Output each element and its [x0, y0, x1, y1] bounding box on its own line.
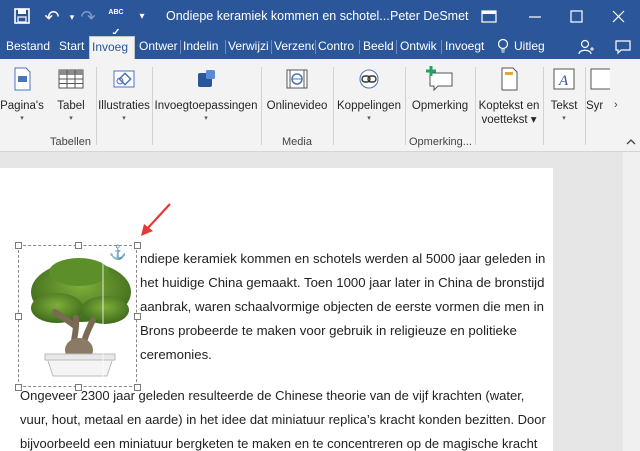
paragraph-line-5: ceremonies. — [140, 347, 212, 362]
header-footer-icon — [496, 66, 522, 92]
ribbon-display-options-icon[interactable] — [466, 0, 512, 34]
tab-home[interactable]: Start — [57, 34, 87, 59]
lightbulb-icon[interactable] — [495, 38, 511, 54]
pages-button[interactable]: Pagina's ▾ — [0, 59, 44, 139]
paragraph-line-3: aanbrak, waren schaalvormige objecten de… — [140, 299, 544, 314]
tab-file[interactable]: Bestand — [4, 34, 50, 59]
illustrations-icon — [111, 66, 137, 92]
links-button[interactable]: Koppelingen ▾ — [334, 59, 404, 139]
resize-handle-left[interactable] — [15, 313, 22, 320]
annotation-arrow — [136, 200, 176, 240]
resize-handle-top-right[interactable] — [134, 242, 141, 249]
table-button[interactable]: Tabel ▾ — [48, 59, 94, 139]
user-name[interactable]: Peter DeSmet — [390, 9, 469, 23]
addins-button[interactable]: Invoegtoepassingen ▾ — [153, 59, 259, 139]
video-icon — [284, 66, 310, 92]
close-button[interactable] — [598, 0, 640, 34]
header-footer-button[interactable]: Koptekst en voettekst ▾ — [477, 59, 541, 139]
paragraph-line-8: bijvoorbeeld een miniatuur bergketen te … — [20, 436, 538, 451]
comments-icon[interactable] — [614, 38, 632, 56]
tab-review[interactable]: Contro — [316, 34, 358, 59]
paragraph-line-7: vuur, hout, metaal en aarde) in het idee… — [20, 412, 546, 427]
resize-handle-top[interactable] — [75, 242, 82, 249]
selected-picture[interactable] — [18, 245, 137, 387]
ribbon-scroll-right-icon[interactable]: › — [614, 99, 624, 119]
customize-qat-icon[interactable]: ▾ — [132, 7, 152, 27]
table-icon — [58, 66, 84, 92]
tab-insert[interactable]: Invoeg — [89, 36, 135, 59]
resize-handle-right[interactable] — [134, 313, 141, 320]
online-video-button[interactable]: Onlinevideo — [263, 59, 331, 139]
comment-icon — [424, 66, 456, 92]
text-button[interactable]: A Tekst ▾ — [544, 59, 584, 139]
comment-button[interactable]: Opmerking — [406, 59, 474, 139]
tab-mailings[interactable]: Verzend — [272, 34, 314, 59]
document-title: Ondiepe keramiek kommen en schotel... — [166, 9, 390, 23]
group-label-comments: Opmerking... — [409, 136, 472, 148]
group-label-media: Media — [282, 136, 312, 148]
ribbon-insert: Pagina's ▾ Tabel ▾ Tabellen Illustraties… — [0, 59, 640, 152]
bonsai-tree-image — [31, 250, 131, 384]
paragraph-line-4: Brons probeerde te maken voor gebruik in… — [140, 323, 517, 338]
tab-design[interactable]: Ontwer — [137, 34, 179, 59]
links-icon — [356, 66, 382, 92]
spelling-check-icon[interactable]: ABC ✓ — [106, 3, 126, 39]
pages-icon — [9, 66, 35, 92]
tell-me-box[interactable]: Uitleg — [512, 34, 552, 59]
illustrations-button[interactable]: Illustraties ▾ — [97, 59, 151, 139]
paragraph-line-1: ndiepe keramiek kommen en schotels werde… — [140, 251, 546, 266]
minimize-button[interactable] — [512, 0, 558, 34]
save-icon[interactable] — [12, 7, 32, 27]
maximize-button[interactable] — [554, 0, 600, 34]
anchor-icon[interactable]: ⚓ — [109, 244, 126, 261]
title-bar: ↶ ▾ ↷ ABC ✓ ▾ Ondiepe keramiek kommen en … — [0, 0, 640, 39]
tab-layout[interactable]: Indelin — [181, 34, 224, 59]
tab-addins[interactable]: Invoegt — [443, 34, 488, 59]
undo-icon[interactable]: ↶ — [42, 7, 62, 27]
svg-text:A: A — [558, 73, 569, 89]
text-icon: A — [551, 66, 577, 92]
tab-developer[interactable]: Ontwik — [398, 34, 440, 59]
share-person-icon[interactable] — [577, 38, 595, 56]
tab-references[interactable]: Verwijzi — [226, 34, 270, 59]
paragraph-line-2: het huidige China gemaakt. Toen 1000 jaa… — [140, 275, 545, 290]
symbols-button[interactable]: Syr — [586, 59, 610, 139]
tab-view[interactable]: Beeld — [361, 34, 395, 59]
redo-icon[interactable]: ↷ — [78, 7, 98, 27]
addins-icon — [193, 66, 219, 92]
ribbon-tabs: Bestand Start Invoeg Ontwer Indelin Verw… — [0, 34, 640, 59]
collapse-ribbon-icon[interactable] — [624, 135, 638, 149]
paragraph-line-6: Ongeveer 2300 jaar geleden resulteerde d… — [20, 388, 525, 403]
vertical-scrollbar[interactable] — [623, 152, 640, 451]
symbols-icon — [588, 66, 610, 92]
resize-handle-top-left[interactable] — [15, 242, 22, 249]
group-label-tables: Tabellen — [50, 136, 91, 148]
